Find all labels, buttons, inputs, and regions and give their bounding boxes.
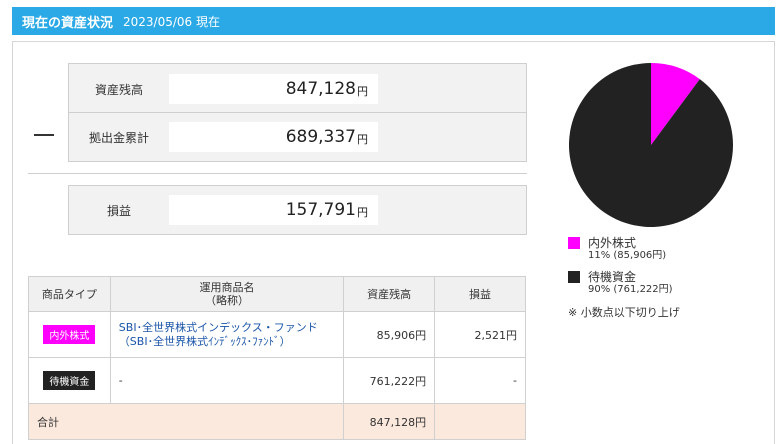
type-cell: 内外株式 — [28, 311, 111, 358]
profit-cell: - — [434, 357, 526, 404]
contribution-label: 拠出金累計 — [88, 130, 149, 145]
profit-row: 損益 157,791 円 — [69, 195, 526, 225]
legend-swatch-stock — [568, 237, 580, 249]
profit-label: 損益 — [106, 203, 131, 218]
allocation-pie-chart — [569, 63, 733, 227]
balance-cell: 85,906円 — [343, 311, 436, 358]
as-of-date: 2023/05/06 現在 — [123, 14, 220, 29]
col-header-balance: 資産残高 — [343, 276, 436, 312]
col-header-profit: 損益 — [434, 276, 526, 312]
collapse-toggle-icon[interactable] — [34, 134, 54, 136]
legend-item-stock: 内外株式 11% (85,906円) — [568, 236, 680, 262]
type-badge-stock: 内外株式 — [43, 325, 96, 344]
legend-label-cash: 待機資金 — [588, 270, 637, 284]
summary-box: 資産残高 847,128 円 拠出金累計 689,337 円 — [68, 63, 527, 162]
rounding-note: ※ 小数点以下切り上げ — [568, 306, 680, 319]
table-row: 待機資金 - 761,222円 - — [28, 357, 526, 404]
row-divider — [69, 112, 526, 113]
yen-unit: 円 — [357, 133, 368, 146]
legend-label-stock: 内外株式 — [588, 236, 637, 250]
fund-link[interactable]: SBI･全世界株式インデックス・ファンド — [119, 321, 335, 335]
profit-cell: 2,521円 — [434, 311, 526, 358]
legend-swatch-cash — [568, 271, 580, 283]
legend-value-cash: 90% (761,222円) — [588, 284, 673, 295]
balance-cell: 761,222円 — [343, 357, 436, 404]
asset-table: 商品タイプ 運用商品名 （略称） 資産残高 損益 内外株式 SBI･全世界株式イ… — [27, 276, 526, 440]
legend-value-stock: 11% (85,906円) — [588, 250, 667, 261]
profit-box: 損益 157,791 円 — [68, 185, 527, 235]
table-header-row: 商品タイプ 運用商品名 （略称） 資産残高 損益 — [28, 276, 526, 312]
col-header-name-main: 運用商品名 — [199, 281, 255, 294]
total-label: 合計 — [27, 403, 345, 440]
chart-legend: 内外株式 11% (85,906円) 待機資金 90% (761,222円) ※… — [568, 236, 680, 320]
fund-name-cell: - — [109, 357, 345, 404]
total-profit — [434, 403, 526, 440]
col-header-type: 商品タイプ — [28, 276, 111, 312]
type-cell: 待機資金 — [28, 357, 111, 404]
yen-unit: 円 — [357, 85, 368, 98]
balance-value: 847,128 — [285, 79, 356, 99]
legend-item-cash: 待機資金 90% (761,222円) — [568, 270, 680, 296]
col-header-name: 運用商品名 （略称） — [109, 276, 345, 312]
profit-value: 157,791 — [285, 200, 356, 220]
total-row: 合計 847,128円 — [27, 403, 526, 440]
fund-name-cell: SBI･全世界株式インデックス・ファンド （SBI･全世界株式ｲﾝﾃﾞｯｸｽ･ﾌ… — [109, 311, 345, 358]
fund-short-name: （SBI･全世界株式ｲﾝﾃﾞｯｸｽ･ﾌｧﾝﾄﾞ） — [118, 334, 291, 348]
table-row: 内外株式 SBI･全世界株式インデックス・ファンド （SBI･全世界株式ｲﾝﾃﾞ… — [28, 311, 526, 358]
balance-value-box: 847,128 円 — [169, 74, 378, 104]
section-divider — [28, 173, 527, 174]
contribution-value-box: 689,337 円 — [169, 122, 378, 152]
profit-value-box: 157,791 円 — [169, 195, 378, 225]
balance-row: 資産残高 847,128 円 — [69, 74, 526, 104]
balance-label: 資産残高 — [94, 82, 143, 97]
pie-slice-cash — [569, 63, 733, 227]
type-badge-cash: 待機資金 — [43, 371, 96, 390]
page-title: 現在の資産状況 — [22, 15, 114, 31]
contribution-row: 拠出金累計 689,337 円 — [69, 122, 526, 152]
col-header-name-sub: （略称） — [205, 294, 249, 307]
header-bar: 現在の資産状況 2023/05/06 現在 — [12, 7, 775, 35]
contribution-value: 689,337 — [285, 127, 356, 147]
yen-unit: 円 — [357, 206, 368, 219]
total-balance: 847,128円 — [343, 403, 436, 440]
